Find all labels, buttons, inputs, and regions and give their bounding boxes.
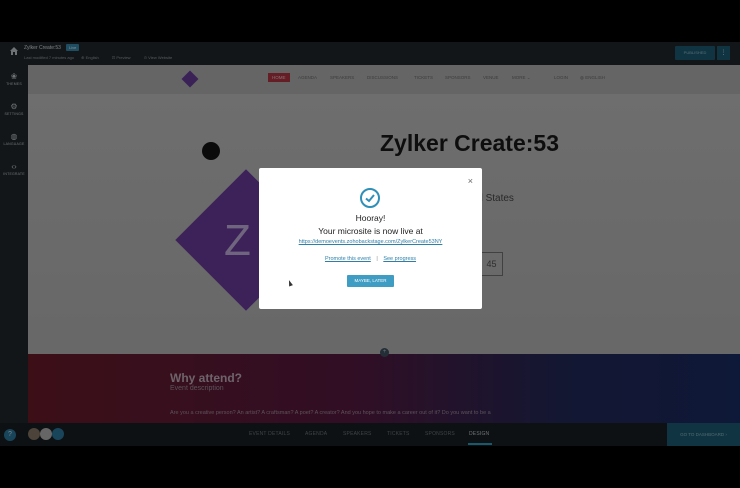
- dialog-message: Your microsite is now live at: [318, 226, 423, 236]
- see-progress-link[interactable]: See progress: [383, 256, 416, 262]
- maybe-later-button[interactable]: MAYBE, LATER: [347, 275, 394, 287]
- close-icon[interactable]: ×: [468, 177, 473, 186]
- microsite-url-link[interactable]: https://demoevents.zohobackstage.com/Zyl…: [259, 239, 482, 245]
- success-dialog: × Hooray! Your microsite is now live at …: [259, 168, 482, 309]
- check-circle-icon: [360, 188, 380, 208]
- dialog-heading: Hooray!: [355, 213, 386, 223]
- promote-event-link[interactable]: Promote this event: [325, 256, 371, 262]
- link-separator: |: [376, 256, 378, 262]
- dialog-links: Promote this event | See progress: [259, 256, 482, 262]
- screen: Zylker Create:53 Live Last modified 7 mi…: [0, 0, 740, 488]
